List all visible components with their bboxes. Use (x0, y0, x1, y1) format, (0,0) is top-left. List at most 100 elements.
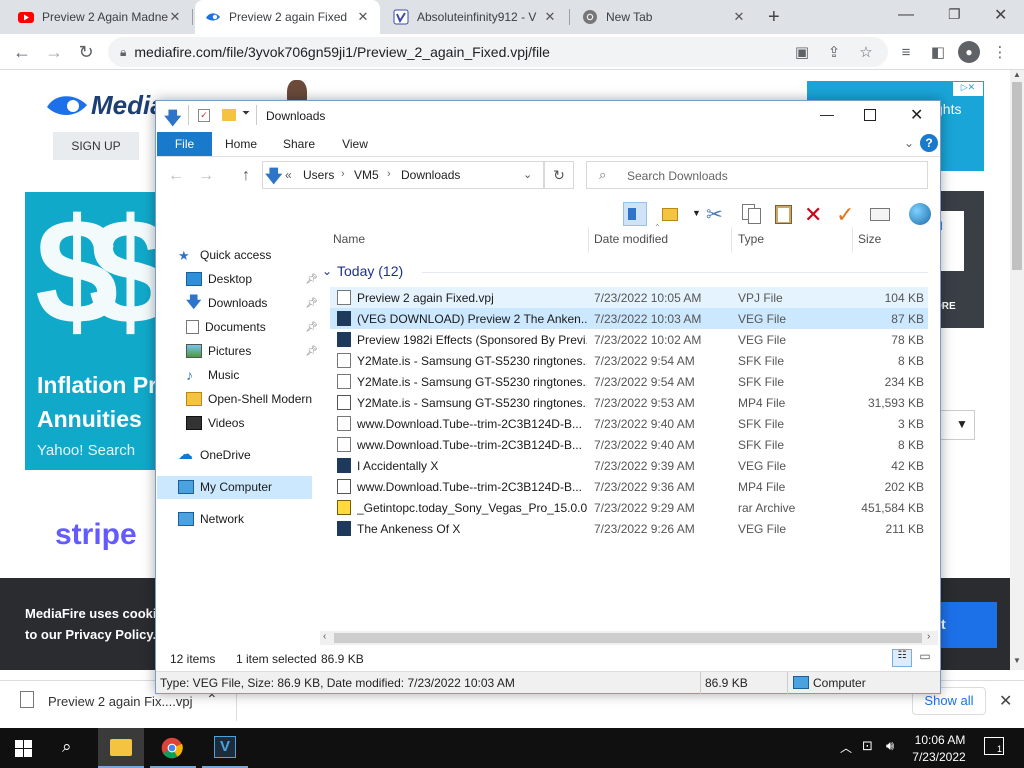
file-row[interactable]: I Accidentally X 7/23/2022 9:39 AM VEG Fil… (330, 455, 928, 476)
file-row[interactable]: Y2Mate.is - Samsung GT-S5230 ringtones..… (330, 392, 928, 413)
omnibox[interactable]: 🔒︎ mediafire.com/file/3yvok706gn59ji1/Pr… (108, 37, 888, 67)
adchoices-icon[interactable]: ▷✕ (953, 82, 983, 96)
close-window-button[interactable]: ✕ (910, 105, 923, 125)
privacy-link[interactable]: to our Privacy Policy.. (25, 627, 160, 642)
pin-icon[interactable]: 📌︎ (305, 274, 318, 285)
refresh-icon[interactable]: ↻ (544, 161, 574, 189)
tab-home[interactable]: Home (220, 132, 262, 156)
column-size[interactable]: Size (858, 232, 881, 246)
search-icon[interactable]: ⌕ (62, 737, 72, 757)
scroll-left-icon[interactable]: ‹ (323, 631, 326, 642)
nav-pictures[interactable]: Pictures 📌︎ (186, 340, 322, 362)
back-icon[interactable]: ← (12, 42, 32, 62)
download-filename[interactable]: Preview 2 again Fix....vpj (48, 694, 193, 709)
breadcrumb-users[interactable]: Users (303, 168, 334, 182)
scroll-thumb[interactable] (334, 633, 922, 643)
bookmark-star-icon[interactable]: ☆ (856, 42, 876, 62)
back-icon[interactable]: ← (168, 167, 184, 185)
menu-kebab-icon[interactable]: ⋮ (990, 42, 1010, 62)
nav-music[interactable]: ♪ Music (186, 364, 322, 386)
restore-button[interactable]: ❐ (948, 6, 961, 23)
up-arrow-icon[interactable]: ↑ (242, 167, 250, 185)
nav-videos[interactable]: Videos (186, 412, 322, 434)
breadcrumb-root[interactable]: « (285, 168, 292, 182)
minimize-button[interactable]: — (820, 106, 834, 122)
media-icon[interactable]: ≡ (896, 42, 916, 62)
tab-share[interactable]: Share (278, 132, 320, 156)
file-row[interactable]: www.Download.Tube--trim-2C3B124D-B... 7/2… (330, 413, 928, 434)
chevron-down-icon[interactable]: ⌄ (523, 168, 532, 181)
chrome-taskbar-button[interactable] (150, 728, 196, 768)
qat-dropdown-icon[interactable]: ⏷ (242, 108, 250, 119)
close-icon[interactable]: ✕ (168, 9, 182, 25)
chevron-down-icon[interactable]: ▼ (935, 410, 975, 440)
group-chevron-icon[interactable]: ⌄ (322, 264, 332, 278)
file-row[interactable]: The Ankeness Of X 7/23/2022 9:26 AM VEG Fi… (330, 518, 928, 539)
minimize-button[interactable]: — (898, 6, 914, 24)
ad-banner[interactable]: $$ Inflation Pr Annuities Yahoo! Search (25, 192, 160, 470)
close-icon[interactable]: ✕ (356, 9, 370, 25)
file-row[interactable]: Y2Mate.is - Samsung GT-S5230 ringtones..… (330, 350, 928, 371)
tab-vimeo[interactable]: Absoluteinfinity912 - V ✕ (383, 0, 567, 34)
details-view-icon[interactable]: ☷ (892, 649, 912, 667)
clock-date[interactable]: 7/23/2022 (906, 750, 972, 764)
scroll-right-icon[interactable]: › (927, 631, 930, 642)
close-icon[interactable]: ✕ (543, 9, 557, 25)
vegas-taskbar-button[interactable]: V (202, 728, 248, 768)
tab-new-tab[interactable]: New Tab ✕ (572, 0, 756, 34)
large-icons-view-icon[interactable]: ▭ (915, 649, 935, 667)
breadcrumb[interactable]: 🡇 « Users › VM5 › Downloads ⌄ (262, 161, 544, 189)
explorer-taskbar-button[interactable] (98, 728, 144, 768)
signup-button[interactable]: SIGN UP (53, 132, 139, 160)
nav-quick-access[interactable]: ★ Quick access (178, 244, 314, 266)
file-row[interactable]: (VEG DOWNLOAD) Preview 2 The Anken... 7/2… (330, 308, 928, 329)
new-folder-icon[interactable] (222, 109, 236, 121)
column-name[interactable]: Name (333, 232, 365, 246)
column-type[interactable]: Type (738, 232, 764, 246)
new-tab-button[interactable]: + (768, 6, 780, 29)
properties-icon[interactable] (868, 202, 892, 226)
clock-time[interactable]: 10:06 AM (912, 733, 968, 747)
pin-icon[interactable]: 📌︎ (305, 298, 318, 309)
nav-downloads[interactable]: 🡇 Downloads 📌︎ (186, 292, 322, 314)
breadcrumb-downloads[interactable]: Downloads (401, 168, 460, 182)
volume-icon[interactable]: 🔊︎ (886, 738, 894, 754)
tab-youtube[interactable]: Preview 2 Again Madne ✕ (8, 0, 192, 34)
search-input[interactable]: ⌕ Search Downloads (586, 161, 928, 189)
reload-icon[interactable]: ↻ (76, 42, 96, 62)
cast-icon[interactable]: ▣ (792, 42, 812, 62)
tab-file[interactable]: File (157, 132, 212, 156)
nav-network[interactable]: Network (178, 508, 314, 530)
chevron-up-icon[interactable]: ︿ (840, 739, 852, 756)
group-header[interactable]: Today (12) (337, 263, 403, 279)
ribbon-expand-icon[interactable]: ⌄ (904, 136, 914, 150)
share-icon[interactable]: ⇪ (824, 42, 844, 62)
stripe-logo[interactable]: stripe (55, 518, 137, 552)
windows-start-icon[interactable] (15, 740, 32, 757)
new-folder-icon[interactable]: ▼ (660, 202, 701, 226)
close-icon[interactable]: ✕ (999, 691, 1012, 711)
file-row[interactable]: Y2Mate.is - Samsung GT-S5230 ringtones..… (330, 371, 928, 392)
file-row[interactable]: www.Download.Tube--trim-2C3B124D-B... 7/2… (330, 434, 928, 455)
profile-avatar[interactable]: ● (958, 41, 980, 63)
tab-view[interactable]: View (334, 132, 376, 156)
delete-icon[interactable]: ✕ (804, 202, 828, 227)
tab-mediafire[interactable]: Preview 2 again Fixed ✕ (195, 0, 380, 34)
page-scrollbar[interactable]: ▲ ▼ (1010, 70, 1024, 670)
file-row[interactable]: Preview 2 again Fixed.vpj 7/23/2022 10:05… (330, 287, 928, 308)
forward-icon[interactable]: → (44, 42, 64, 62)
scroll-thumb[interactable] (1012, 82, 1022, 270)
scroll-up-icon[interactable]: ▲ (1013, 70, 1021, 79)
file-row[interactable]: _Getintopc.today_Sony_Vegas_Pro_15.0.0 7/… (330, 497, 928, 518)
preview-pane-icon[interactable] (623, 202, 647, 226)
breadcrumb-vm5[interactable]: VM5 (354, 168, 379, 182)
nav-onedrive[interactable]: ☁ OneDrive (178, 444, 314, 466)
rename-check-icon[interactable]: ✓ (836, 202, 860, 227)
paste-icon[interactable] (772, 202, 796, 226)
maximize-button[interactable] (864, 109, 876, 121)
nav-documents[interactable]: Documents 📌︎ (186, 316, 322, 338)
scroll-down-icon[interactable]: ▼ (1013, 656, 1021, 665)
nav-desktop[interactable]: Desktop 📌︎ (186, 268, 322, 290)
file-row[interactable]: Preview 1982i Effects (Sponsored By Prev… (330, 329, 928, 350)
forward-icon[interactable]: → (198, 167, 214, 185)
